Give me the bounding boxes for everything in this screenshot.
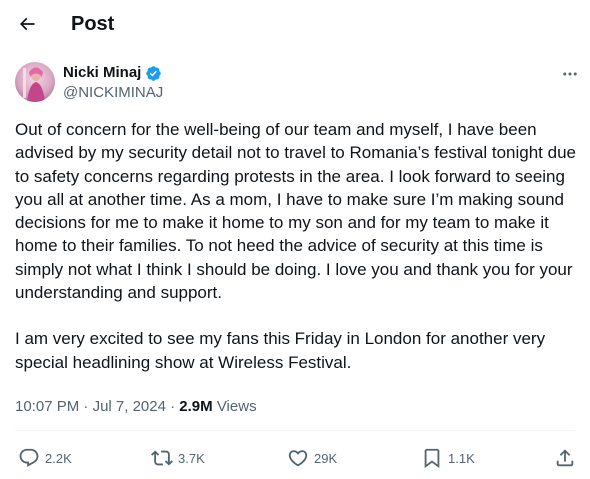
bookmark-count: 1.1K bbox=[448, 450, 475, 466]
back-button[interactable] bbox=[12, 9, 42, 39]
reply-count: 2.2K bbox=[45, 450, 72, 466]
author-name[interactable]: Nicki Minaj bbox=[63, 64, 162, 82]
author-name-text: Nicki Minaj bbox=[63, 64, 142, 81]
post-date: Jul 7, 2024 bbox=[92, 398, 166, 415]
repost-icon bbox=[151, 450, 173, 466]
post-timestamp[interactable]: 10:07 PM · Jul 7, 2024 bbox=[15, 398, 166, 415]
like-button[interactable]: 29K bbox=[287, 444, 337, 472]
more-horizontal-icon bbox=[563, 72, 577, 76]
avatar[interactable] bbox=[15, 62, 55, 102]
page-title: Post bbox=[71, 13, 115, 35]
post-paragraph: I am very excited to see my fans this Fr… bbox=[15, 329, 546, 372]
avatar-image bbox=[15, 62, 55, 102]
post-paragraph: Out of concern for the well-being of our… bbox=[15, 120, 576, 303]
bookmark-icon bbox=[424, 448, 440, 469]
divider bbox=[15, 430, 575, 431]
reply-icon bbox=[19, 448, 39, 467]
post-time: 10:07 PM bbox=[15, 398, 80, 415]
share-button[interactable] bbox=[554, 444, 576, 472]
views-count: 2.9M bbox=[179, 398, 213, 415]
meta-separator: · bbox=[83, 398, 89, 415]
verified-badge-icon bbox=[146, 65, 162, 81]
reply-button[interactable]: 2.2K bbox=[18, 444, 72, 472]
like-count: 29K bbox=[314, 450, 338, 466]
post-metadata: 10:07 PM · Jul 7, 2024 · 2.9M Views bbox=[15, 397, 257, 417]
share-icon bbox=[556, 449, 574, 467]
views-label: Views bbox=[216, 398, 257, 415]
post-text: Out of concern for the well-being of our… bbox=[15, 118, 580, 374]
more-options-button[interactable] bbox=[558, 64, 582, 84]
page-header: Post bbox=[0, 0, 590, 50]
arrow-left-icon bbox=[19, 17, 35, 31]
meta-separator: · bbox=[170, 398, 176, 415]
heart-icon bbox=[288, 450, 308, 467]
action-bar: 2.2K 3.7K 29K 1.1K bbox=[0, 444, 590, 472]
author-handle[interactable]: @NICKIMINAJ bbox=[63, 84, 163, 102]
bookmark-button[interactable]: 1.1K bbox=[421, 444, 475, 472]
repost-button[interactable]: 3.7K bbox=[151, 444, 205, 472]
repost-count: 3.7K bbox=[178, 450, 205, 466]
